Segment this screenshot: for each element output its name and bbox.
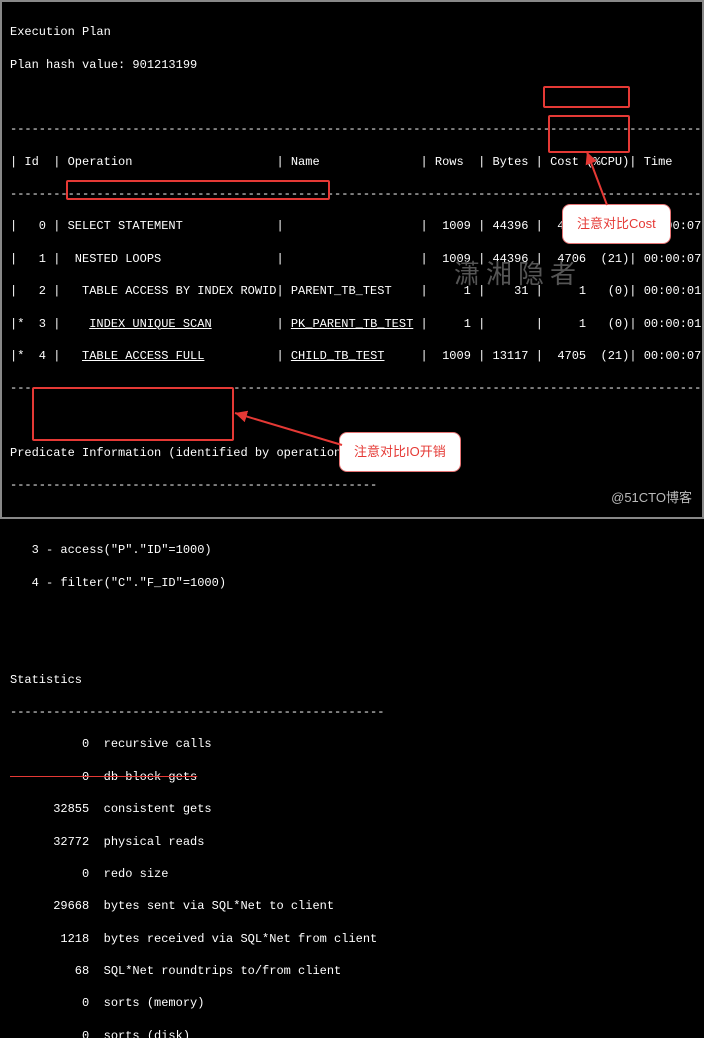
stats-line: 0 sorts (memory) bbox=[10, 995, 694, 1011]
callout-io: 注意对比IO开销 bbox=[339, 432, 461, 472]
stats-line: 0 db block gets bbox=[10, 769, 694, 785]
terminal-output: Execution Plan Plan hash value: 90121319… bbox=[2, 2, 702, 1038]
stats-line: 0 redo size bbox=[10, 866, 694, 882]
stats-line: 0 sorts (disk) bbox=[10, 1028, 694, 1038]
stats-line: 32855 consistent gets bbox=[10, 801, 694, 817]
stats-divider: ----------------------------------------… bbox=[10, 704, 694, 720]
plan-row: | 1 | NESTED LOOPS | | 1009 | 44396 | 47… bbox=[10, 251, 694, 267]
table-divider: ----------------------------------------… bbox=[10, 121, 694, 137]
stats-line: 0 recursive calls bbox=[10, 736, 694, 752]
callout-cost: 注意对比Cost bbox=[562, 204, 671, 244]
plan-row: | 2 | TABLE ACCESS BY INDEX ROWID| PAREN… bbox=[10, 283, 694, 299]
predicate-divider: ----------------------------------------… bbox=[10, 477, 694, 493]
table-divider: ----------------------------------------… bbox=[10, 380, 694, 396]
plan-title: Execution Plan bbox=[10, 24, 694, 40]
stats-line: 29668 bytes sent via SQL*Net to client bbox=[10, 898, 694, 914]
table-divider: ----------------------------------------… bbox=[10, 186, 694, 202]
stats-line: 68 SQL*Net roundtrips to/from client bbox=[10, 963, 694, 979]
predicate-line: 3 - access("P"."ID"=1000) bbox=[10, 542, 694, 558]
predicate-line: 4 - filter("C"."F_ID"=1000) bbox=[10, 575, 694, 591]
stats-line: 32772 physical reads bbox=[10, 834, 694, 850]
plan-row: |* 3 | INDEX UNIQUE SCAN | PK_PARENT_TB_… bbox=[10, 316, 694, 332]
stats-header: Statistics bbox=[10, 672, 694, 688]
table-header: | Id | Operation | Name | Rows | Bytes |… bbox=[10, 154, 694, 170]
plan-hash: Plan hash value: 901213199 bbox=[10, 57, 694, 73]
stats-line: 1218 bytes received via SQL*Net from cli… bbox=[10, 931, 694, 947]
plan-row: |* 4 | TABLE ACCESS FULL | CHILD_TB_TEST… bbox=[10, 348, 694, 364]
